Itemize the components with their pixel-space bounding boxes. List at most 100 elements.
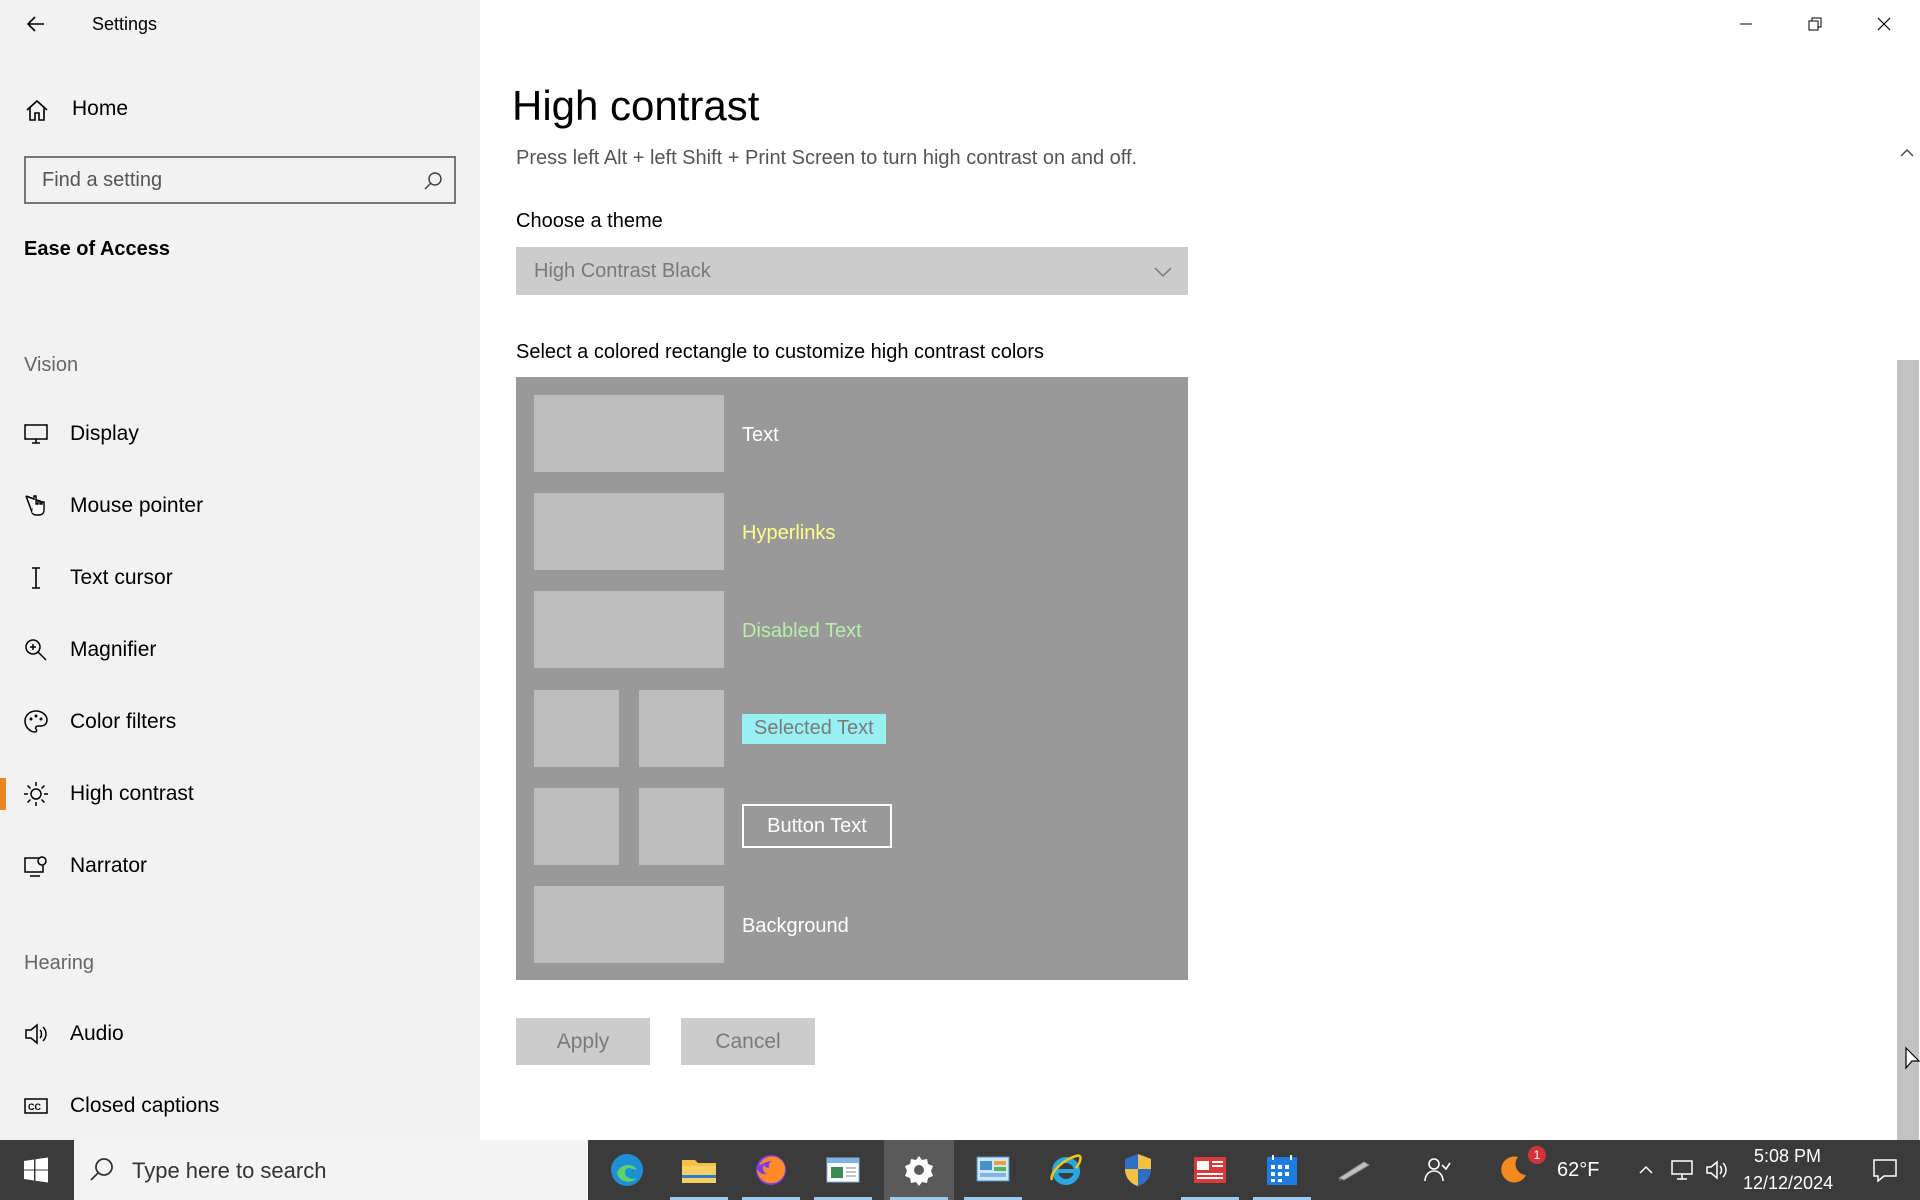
sidebar-item-label: Closed captions [70,1094,220,1117]
network-button[interactable] [1664,1140,1700,1200]
internet-explorer-icon [1050,1154,1082,1185]
text-cursor-icon [32,567,40,589]
taskbar-app-file-explorer[interactable] [664,1140,734,1200]
shield-icon [1125,1154,1151,1186]
close-icon [1877,17,1891,31]
sidebar-item-label: Text cursor [70,566,173,589]
apply-button[interactable]: Apply [516,1018,650,1065]
closed-captions-icon: CC [24,1098,48,1114]
scroll-up-arrow-icon[interactable] [1898,146,1916,160]
sidebar-item-label: Audio [70,1022,124,1045]
scrollbar-thumb[interactable] [1897,360,1919,1140]
selected-text-sample: Selected Text [742,714,886,744]
edge-icon [611,1154,643,1186]
people-button[interactable] [1402,1140,1472,1200]
network-icon [1671,1160,1693,1180]
magnifier-icon [25,639,47,661]
selected-text-foreground-swatch[interactable] [534,690,619,767]
audio-icon [25,1023,47,1045]
close-button[interactable] [1850,0,1918,48]
taskbar-app-edge[interactable] [592,1140,662,1200]
folder-icon [682,1160,716,1183]
chevron-down-icon [1154,267,1172,278]
text-color-swatch[interactable] [534,395,724,472]
notifications-icon [1873,1159,1897,1183]
button-text-background-swatch[interactable] [639,788,724,865]
button-text-foreground-swatch[interactable] [534,788,619,865]
sidebar-item-magnifier[interactable]: Magnifier [0,621,480,679]
clock-date: 12/12/2024 [1743,1173,1834,1193]
page-title: High contrast [512,82,760,129]
cancel-button[interactable]: Cancel [681,1018,815,1065]
restore-button[interactable] [1781,0,1849,48]
sidebar-item-label: Narrator [70,854,148,877]
hyperlinks-color-label: Hyperlinks [742,522,836,544]
background-color-label: Background [742,915,849,937]
button-text-sample: Button Text [742,804,892,848]
chevron-up-icon [1639,1165,1653,1174]
windows-logo-icon [24,1157,48,1183]
search-input[interactable] [40,158,400,202]
action-center-button[interactable] [1850,1140,1920,1200]
color-customization-panel: Text Hyperlinks Disabled Text Selected T… [516,377,1188,980]
start-button[interactable] [0,1140,72,1200]
theme-dropdown[interactable]: High Contrast Black [516,247,1188,295]
clock-time: 5:08 PM [1754,1146,1822,1166]
weather-notification-badge: 1 [1528,1146,1546,1164]
sidebar-item-home[interactable]: Home [0,90,480,130]
sidebar-item-mouse-pointer[interactable]: Mouse pointer [0,477,480,535]
notepad-icon [826,1157,860,1183]
sidebar-item-label: Color filters [70,710,177,733]
sidebar-item-high-contrast[interactable]: High contrast [0,765,480,823]
taskbar-app-settings[interactable] [884,1140,954,1200]
taskbar-search[interactable]: Type here to search [74,1140,588,1200]
taskbar-app-calendar[interactable] [1247,1140,1317,1200]
selected-text-background-swatch[interactable] [639,690,724,767]
shortcut-hint: Press left Alt + left Shift + Print Scre… [516,147,1138,169]
weather-widget[interactable]: 62°F [1490,1140,1600,1200]
sidebar-item-label: High contrast [70,782,194,805]
sidebar-item-color-filters[interactable]: Color filters [0,693,480,751]
sidebar-item-audio[interactable]: Audio [0,1005,480,1063]
search-icon [424,172,442,190]
search-icon [90,1158,113,1181]
find-setting-search[interactable] [24,156,456,204]
taskbar-app-control-panel[interactable] [958,1140,1028,1200]
disabled-text-color-label: Disabled Text [742,620,862,642]
volume-icon [1706,1160,1727,1180]
volume-button[interactable] [1700,1140,1736,1200]
back-arrow-icon [26,16,44,32]
hyperlinks-color-swatch[interactable] [534,493,724,570]
restore-icon [1808,17,1822,31]
taskbar-app-internet-explorer[interactable] [1031,1140,1101,1200]
taskbar-app-pen[interactable] [1319,1140,1389,1200]
high-contrast-icon [24,782,48,806]
taskbar-app-security-shield[interactable] [1103,1140,1173,1200]
svg-text:CC: CC [28,1102,41,1112]
weather-moon-icon [1501,1156,1526,1183]
mouse-cursor-icon [1905,1046,1920,1070]
home-icon [26,99,48,121]
choose-theme-label: Choose a theme [516,210,663,232]
color-filters-icon [24,710,48,733]
minimize-icon [1740,23,1752,25]
taskbar-app-news[interactable] [1175,1140,1245,1200]
background-color-swatch[interactable] [534,886,724,963]
back-button[interactable] [22,10,50,38]
taskbar: Type here to search 62°F 1 5:08 PM 12/12… [0,1140,1920,1200]
disabled-text-color-swatch[interactable] [534,591,724,668]
clock[interactable]: 5:08 PM 12/12/2024 [1738,1140,1840,1200]
sidebar-item-label: Mouse pointer [70,494,204,517]
gear-icon [905,1156,933,1186]
sidebar-item-text-cursor[interactable]: Text cursor [0,549,480,607]
minimize-button[interactable] [1712,0,1780,48]
show-hidden-icons-button[interactable] [1630,1140,1662,1200]
group-label-vision: Vision [24,354,79,376]
taskbar-app-firefox[interactable] [736,1140,806,1200]
sidebar-item-narrator[interactable]: Narrator [0,837,480,895]
sidebar-item-display[interactable]: Display [0,405,480,463]
sidebar-item-closed-captions[interactable]: CC Closed captions [0,1077,480,1135]
sidebar-item-label: Display [70,422,139,445]
text-color-label: Text [742,424,779,446]
taskbar-app-notepad[interactable] [808,1140,878,1200]
